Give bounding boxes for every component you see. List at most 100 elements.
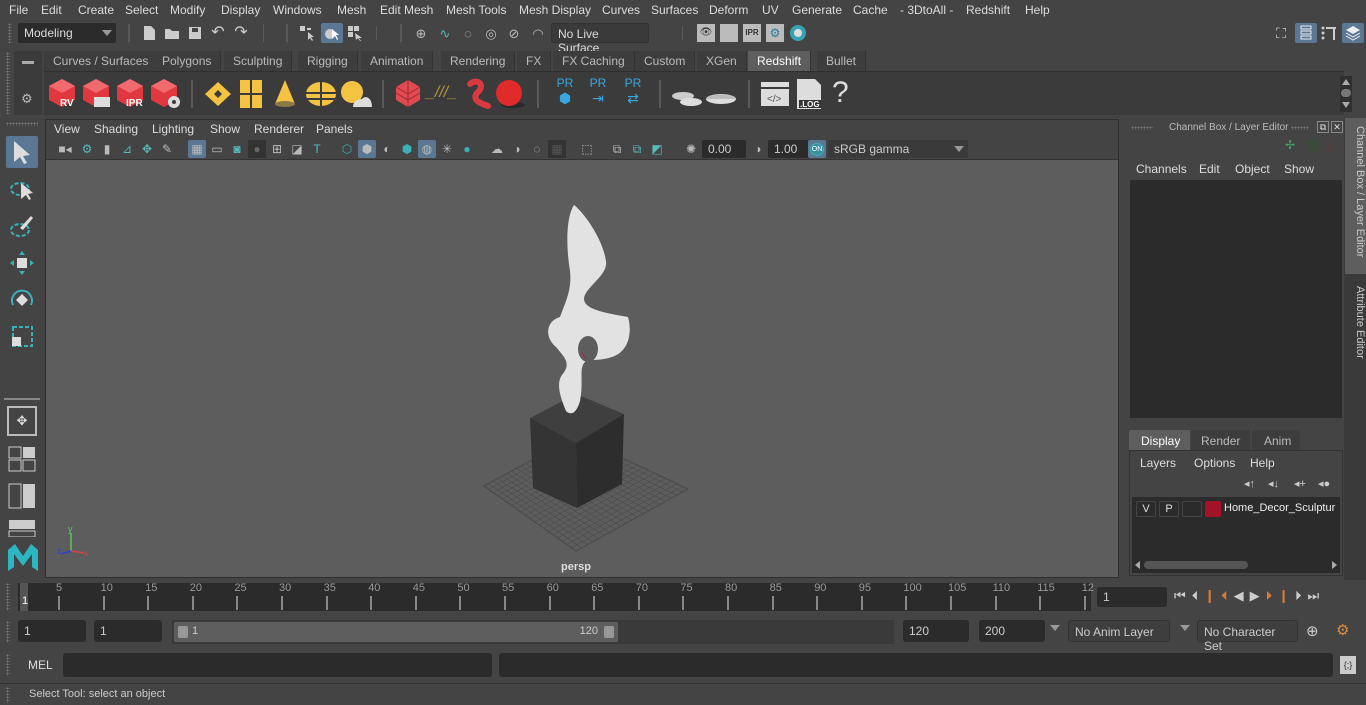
animation-end-field[interactable]: 200 [979, 620, 1045, 642]
color-space-dropdown[interactable]: sRGB gamma [828, 140, 968, 158]
hypershade-icon[interactable] [789, 24, 807, 42]
layer-row[interactable]: V P Home_Decor_Sculptur [1132, 501, 1340, 519]
select-component-icon[interactable] [346, 24, 364, 42]
auto-key-icon[interactable]: ⊕ [1306, 622, 1319, 640]
proxy-swap-icon[interactable]: PR ⇄ [618, 76, 648, 112]
camera-icon[interactable]: ■◂ [56, 140, 74, 158]
xray-joints-icon[interactable]: ⧉ [628, 140, 646, 158]
field-chart-icon[interactable]: ⊞ [268, 140, 286, 158]
menu-surfaces[interactable]: Surfaces [651, 3, 698, 17]
2d-pan-zoom-icon[interactable]: ✥ [138, 140, 156, 158]
menu-mesh-tools[interactable]: Mesh Tools [446, 3, 506, 17]
side-tab-attribute-editor[interactable]: Attribute Editor [1345, 278, 1366, 374]
anim-layer-dropdown[interactable]: No Anim Layer [1068, 620, 1170, 642]
script-editor-icon[interactable]: </> [760, 80, 790, 108]
scroll-up-icon[interactable] [1342, 79, 1350, 85]
paint-select-tool-icon[interactable] [6, 210, 38, 242]
viewport-menu-view[interactable]: View [54, 122, 80, 136]
shelf-tab-redshift[interactable]: Redshift [748, 51, 812, 71]
bake-icon[interactable] [704, 82, 738, 108]
channel-list[interactable] [1130, 180, 1342, 418]
textured-icon[interactable]: ◍ [418, 140, 436, 158]
film-gate-icon[interactable]: ▭ [208, 140, 226, 158]
default-material-icon[interactable]: ◐ [378, 140, 396, 158]
play-backwards-icon[interactable]: ◀ [1234, 588, 1250, 603]
sun-sky-icon[interactable] [339, 79, 373, 109]
panel-grip[interactable] [1131, 126, 1153, 130]
menu-create[interactable]: Create [78, 3, 114, 17]
log-file-icon[interactable]: .LOG [796, 78, 822, 110]
range-slider-bar-fill[interactable]: 1 120 [174, 622, 618, 642]
exposure-field[interactable]: 0.00 [702, 140, 746, 158]
render-view-icon[interactable]: 👁 [697, 24, 715, 42]
viewport-scene[interactable]: y x z persp [46, 161, 1118, 577]
grease-pencil-icon[interactable]: ✎ [158, 140, 176, 158]
snap-projected-center-icon[interactable]: ⊘ [505, 24, 523, 42]
shelf-grip[interactable] [6, 52, 10, 114]
menu-set-dropdown[interactable]: Modeling [18, 23, 116, 43]
step-forward-icon[interactable]: ⏵ [1295, 588, 1308, 603]
gate-mask-icon[interactable]: ● [248, 140, 266, 158]
undo-icon[interactable]: ↶ [209, 24, 227, 42]
camera-attributes-icon[interactable]: ⚙ [78, 140, 96, 158]
layer-tab-render[interactable]: Render [1191, 430, 1250, 450]
single-perspective-layout-icon[interactable]: ✥ [7, 406, 37, 436]
prev-key-icon[interactable]: ❙⏴ [1204, 588, 1233, 603]
render-current-frame-icon[interactable] [720, 24, 738, 42]
help-icon[interactable]: ? [832, 76, 852, 112]
menu-cache[interactable]: Cache [853, 3, 888, 17]
bookmark-icon[interactable]: ▮ [98, 140, 116, 158]
isolate-select-icon[interactable]: ⬚ [578, 140, 596, 158]
depth-of-field-icon[interactable]: ▦ [548, 140, 566, 158]
shelf-tab-curves-surfaces[interactable]: Curves / Surfaces [44, 51, 159, 71]
gear-icon[interactable]: ⚙ [21, 91, 33, 107]
portal-light-icon[interactable] [239, 79, 263, 109]
menu-mesh[interactable]: Mesh [337, 3, 366, 17]
command-language-label[interactable]: MEL [28, 658, 53, 672]
side-tab-channel-box[interactable]: Channel Box / Layer Editor [1345, 118, 1366, 274]
new-layer-icon[interactable]: ◂+ [1294, 477, 1306, 490]
select-object-icon[interactable] [321, 23, 343, 43]
animation-start-field[interactable]: 1 [18, 620, 86, 642]
scroll-left-icon[interactable] [1135, 561, 1140, 569]
shelf-tab-fx-caching[interactable]: FX Caching [553, 51, 635, 71]
rotate-tool-icon[interactable] [6, 284, 38, 316]
speed-icon[interactable] [1305, 138, 1319, 152]
go-to-start-icon[interactable]: ⏮ [1174, 588, 1192, 603]
redo-icon[interactable]: ↷ [232, 24, 250, 42]
layer-name[interactable]: Home_Decor_Sculptur [1224, 502, 1335, 514]
viewport-panel[interactable]: View Shading Lighting Show Renderer Pane… [45, 119, 1119, 578]
playback-start-field[interactable]: 1 [94, 620, 162, 642]
range-start-handle[interactable] [178, 626, 188, 638]
safe-action-icon[interactable]: ◪ [288, 140, 306, 158]
menu-modify[interactable]: Modify [170, 3, 205, 17]
close-icon[interactable]: ✕ [1331, 121, 1343, 133]
open-scene-icon[interactable] [163, 24, 181, 42]
maya-logo-icon[interactable] [6, 540, 38, 574]
color-management-toggle[interactable]: ON [808, 140, 826, 158]
hair-icon[interactable]: _///_ [426, 84, 457, 108]
channel-show-menu[interactable]: Show [1284, 162, 1314, 176]
area-light-icon[interactable] [203, 80, 233, 108]
layer-visibility-toggle[interactable]: V [1136, 501, 1156, 517]
help-menu[interactable]: Help [1250, 456, 1275, 470]
shelf-menu-icon[interactable] [22, 61, 34, 64]
xray-icon[interactable]: ⧉ [608, 140, 626, 158]
image-plane-icon[interactable]: ⊿ [118, 140, 136, 158]
menu-select[interactable]: Select [125, 3, 158, 17]
viewport-menu-show[interactable]: Show [210, 122, 240, 136]
float-panel-icon[interactable]: ⧉ [1317, 121, 1329, 133]
screen-space-ao-icon[interactable]: ☁ [488, 140, 506, 158]
next-key-icon[interactable]: ⏵❙ [1266, 588, 1295, 603]
exposure-icon[interactable]: ✺ [682, 140, 700, 158]
channel-edit-menu[interactable]: Edit [1199, 162, 1220, 176]
safe-title-icon[interactable]: T [308, 140, 326, 158]
command-input[interactable] [63, 653, 492, 677]
shelf-tab-rendering[interactable]: Rendering [441, 51, 516, 71]
chevron-down-icon[interactable] [1180, 625, 1190, 631]
move-layer-down-icon[interactable]: ◂↓ [1268, 477, 1279, 490]
bake-multiple-icon[interactable] [671, 82, 705, 108]
scroll-down-icon[interactable] [1342, 102, 1350, 108]
shelf-tab-animation[interactable]: Animation [361, 51, 434, 71]
live-surface-field[interactable]: No Live Surface [551, 23, 649, 55]
